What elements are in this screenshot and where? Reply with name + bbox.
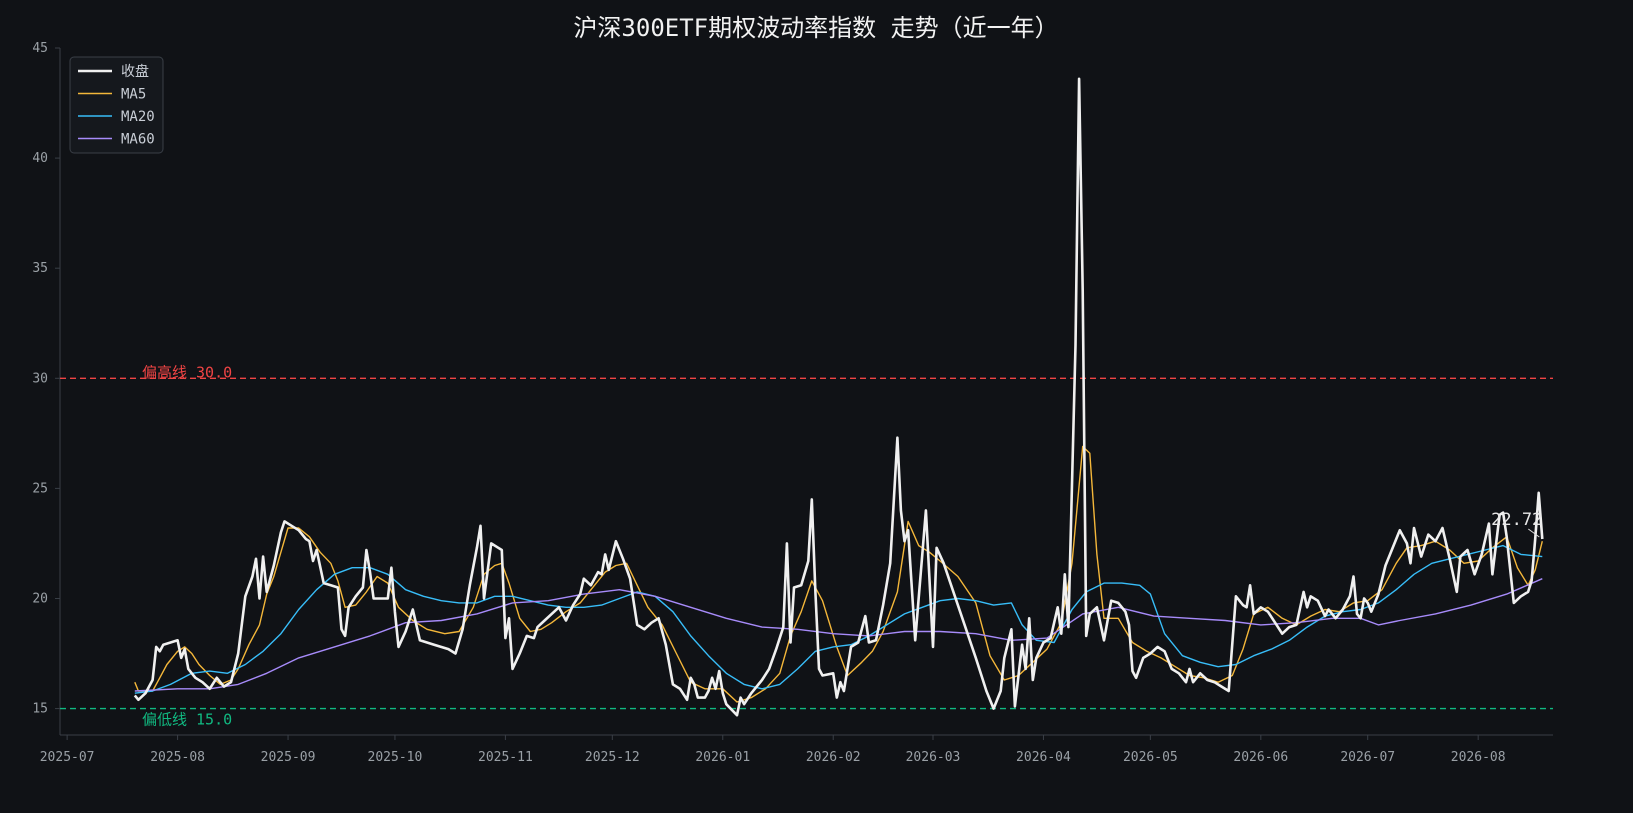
- x-tick-label: 2025-11: [478, 750, 533, 765]
- x-tick-label: 2025-10: [368, 750, 423, 765]
- chart-background: [0, 0, 1633, 809]
- x-tick-label: 2026-03: [906, 750, 961, 765]
- reference-line-label: 偏低线 15.0: [142, 711, 232, 729]
- x-tick-label: 2025-12: [585, 750, 640, 765]
- x-tick-label: 2026-02: [806, 750, 861, 765]
- legend-label: MA20: [121, 109, 155, 125]
- reference-line-label: 偏高线 30.0: [142, 363, 232, 381]
- x-tick-label: 2025-09: [261, 750, 316, 765]
- y-tick-label: 15: [32, 702, 48, 717]
- x-tick-label: 2026-01: [695, 750, 750, 765]
- y-tick-label: 40: [32, 151, 48, 166]
- y-tick-label: 30: [32, 371, 48, 386]
- volatility-line-chart: 沪深300ETF期权波动率指数 走势（近一年） 15 20 25 30 35 40 45 20…: [0, 0, 1633, 809]
- x-tick-label: 2025-07: [40, 750, 95, 765]
- chart-container: 沪深300ETF期权波动率指数 走势（近一年） 15 20 25 30 35 40 45 20…: [0, 0, 1633, 809]
- x-tick-label: 2026-06: [1233, 750, 1288, 765]
- y-tick-label: 20: [32, 591, 48, 606]
- y-tick-label: 25: [32, 481, 48, 496]
- legend-label: 收盘: [121, 63, 149, 80]
- x-tick-label: 2025-08: [150, 750, 205, 765]
- legend-label: MA5: [121, 87, 146, 103]
- last-value-label: 22.72: [1491, 510, 1542, 530]
- y-tick-label: 45: [32, 41, 48, 56]
- legend[interactable]: 收盘 MA5 MA20 MA60: [69, 56, 164, 154]
- chart-title: 沪深300ETF期权波动率指数 走势（近一年）: [573, 14, 1058, 42]
- x-tick-label: 2026-08: [1451, 750, 1506, 765]
- legend-label: MA60: [121, 132, 155, 148]
- x-tick-label: 2026-05: [1123, 750, 1178, 765]
- x-tick-label: 2026-07: [1340, 750, 1395, 765]
- x-tick-label: 2026-04: [1016, 750, 1071, 765]
- y-tick-label: 35: [32, 261, 48, 276]
